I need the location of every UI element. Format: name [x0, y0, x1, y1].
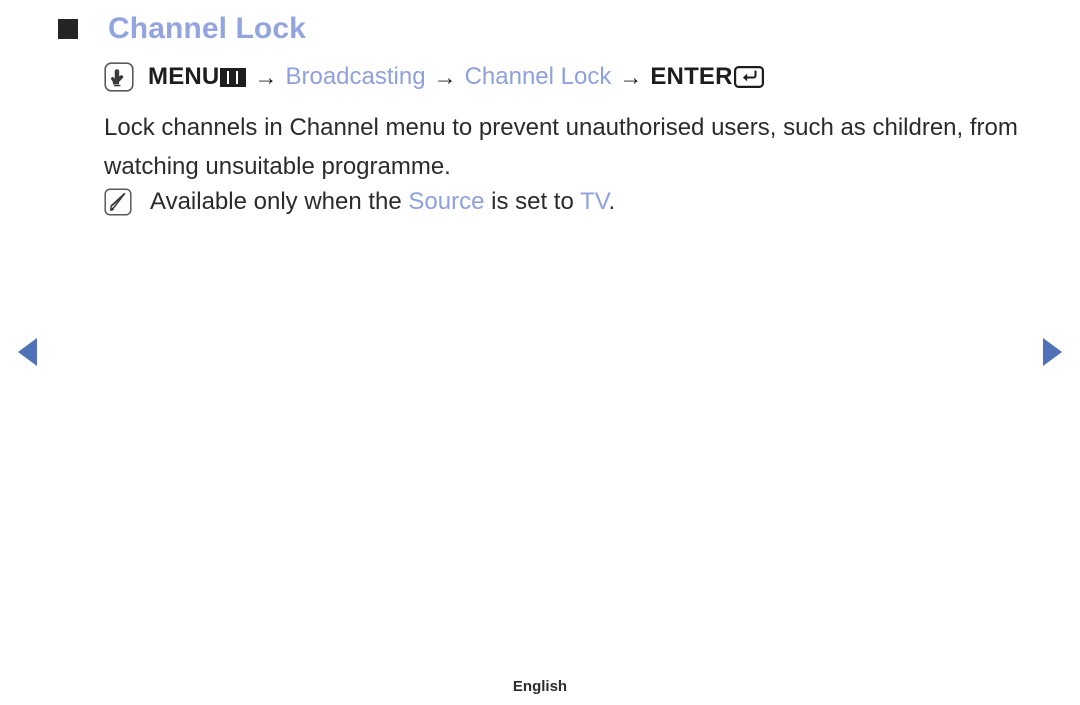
black-square-bullet-icon	[58, 19, 78, 39]
note-text: Available only when the Source is set to…	[150, 188, 615, 216]
menu-path-breadcrumb: MENU → Broadcasting → Channel Lock → ENT…	[104, 62, 764, 92]
footer-language-label: English	[512, 678, 568, 695]
path-item-channel-lock[interactable]: Channel Lock	[465, 63, 612, 91]
note-pencil-icon	[104, 188, 132, 216]
note-highlight-source: Source	[408, 188, 485, 215]
menu-grid-icon	[220, 67, 247, 87]
note-text-suffix: .	[608, 188, 616, 215]
path-item-broadcasting[interactable]: Broadcasting	[285, 63, 425, 91]
path-arrow-2: →	[433, 63, 457, 90]
enter-button-label: ENTER	[650, 63, 733, 90]
note-row: Available only when the Source is set to…	[104, 188, 615, 216]
note-highlight-tv: TV	[580, 188, 609, 215]
previous-page-arrow-icon[interactable]	[18, 338, 37, 366]
path-arrow-3: →	[619, 63, 643, 90]
enter-key-icon	[733, 66, 764, 88]
page-title-row: Channel Lock	[58, 14, 306, 44]
next-page-arrow-icon[interactable]	[1043, 338, 1062, 366]
body-paragraph: Lock channels in Channel menu to prevent…	[104, 114, 1018, 180]
note-text-prefix: Available only when the	[150, 188, 409, 215]
emanual-page: Channel Lock MENU → Broadcasting → Chann…	[0, 0, 1080, 705]
note-text-middle: is set to	[484, 188, 581, 215]
page-title: Channel Lock	[108, 12, 306, 45]
hand-press-button-icon	[104, 62, 134, 92]
menu-button-label: MENU	[148, 63, 220, 90]
path-arrow-1: →	[254, 63, 278, 90]
